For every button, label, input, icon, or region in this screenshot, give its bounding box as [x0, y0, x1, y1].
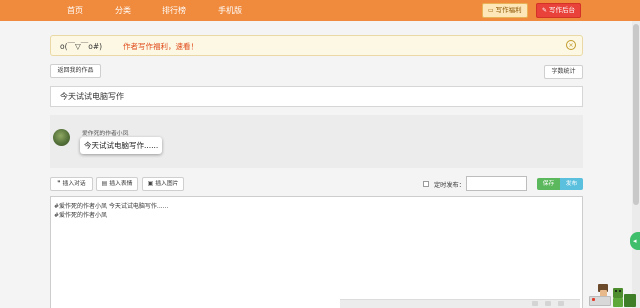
- page-scrollbar-thumb[interactable]: [633, 24, 639, 205]
- insert-emoji-button[interactable]: ▤ 插入表情: [96, 177, 138, 191]
- back-to-my-works-button[interactable]: 返回我的作品: [50, 64, 101, 78]
- writing-admin-button[interactable]: ✎ 写作后台: [536, 3, 582, 18]
- insert-image-button[interactable]: ▣ 插入图片: [142, 177, 184, 191]
- preview-author-name: 爱作死的作者小凤: [82, 131, 129, 137]
- editor-line: #爱作死的作者小凤 今天试试电脑写作......: [54, 203, 169, 210]
- writing-benefit-button[interactable]: ▭ 写作福利: [482, 3, 528, 18]
- preview-message-bubble: 今天试试电脑写作......: [80, 137, 163, 154]
- image-icon: ▣: [147, 180, 154, 187]
- schedule-publish-checkbox[interactable]: [423, 181, 429, 187]
- notice-emoticon: o(￣▽￣o#): [60, 42, 103, 51]
- editor-status-bar: [340, 299, 580, 308]
- edit-icon: ✎: [542, 7, 548, 14]
- nav-category[interactable]: 分类: [115, 5, 131, 16]
- publish-button[interactable]: 发布: [560, 178, 583, 190]
- mascot-icon[interactable]: [584, 282, 640, 308]
- notice-banner: o(￣▽￣o#) 作者写作福利，速看！ ×: [50, 35, 583, 56]
- top-navigation: 首页 分类 排行榜 手机版 ▭ 写作福利 ✎ 写作后台: [0, 0, 640, 21]
- page: 首页 分类 排行榜 手机版 ▭ 写作福利 ✎ 写作后台 ◂ o(￣▽￣o#) 作者写…: [0, 0, 640, 308]
- nav-mobile[interactable]: 手机版: [218, 5, 242, 16]
- nav-ranking[interactable]: 排行榜: [162, 5, 186, 16]
- word-count-button[interactable]: 字数统计: [544, 65, 583, 79]
- schedule-time-input[interactable]: [466, 176, 527, 191]
- feedback-icon[interactable]: ◂: [630, 232, 640, 250]
- insert-dialog-button[interactable]: ❞ 插入对话: [50, 177, 93, 191]
- nav-home[interactable]: 首页: [67, 5, 83, 16]
- comment-icon: ❞: [57, 180, 61, 187]
- status-indicator: [532, 301, 538, 306]
- avatar: [53, 129, 70, 146]
- status-indicator: [558, 301, 564, 306]
- content-editor[interactable]: #爱作死的作者小凤 今天试试电脑写作...... #爱作死的作者小凤: [50, 196, 583, 308]
- message-preview: 爱作死的作者小凤 今天试试电脑写作......: [50, 115, 583, 168]
- chapter-title-input[interactable]: 今天试试电脑写作: [50, 86, 583, 107]
- emoji-icon: ▤: [101, 180, 108, 187]
- schedule-publish-label: 定时发布：: [434, 182, 465, 189]
- status-indicator: [545, 301, 551, 306]
- close-circle-icon[interactable]: ×: [566, 40, 576, 50]
- editor-line: #爱作死的作者小凤: [54, 212, 108, 219]
- notice-link[interactable]: 作者写作福利，速看！: [123, 41, 198, 52]
- book-icon: ▭: [488, 7, 494, 14]
- save-button[interactable]: 保存: [537, 178, 560, 190]
